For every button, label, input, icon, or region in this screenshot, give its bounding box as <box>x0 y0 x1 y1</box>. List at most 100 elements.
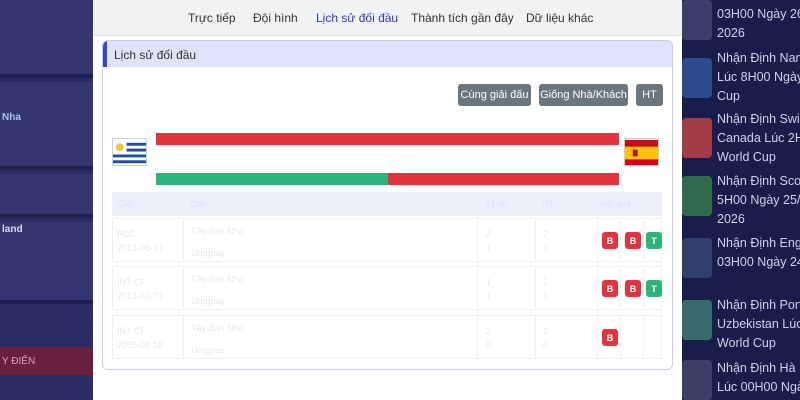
left-sidebar-item[interactable]: Nha <box>2 112 21 123</box>
row-ht-away: 1 <box>543 291 549 301</box>
news-line: Nhận Định Hà I <box>717 361 800 375</box>
news-item[interactable]: Nhận Định Port Uzbekistan Lúc World Cup <box>717 296 800 353</box>
tab-other-data[interactable]: Dữ liệu khác <box>526 11 593 25</box>
same-venue-filter-button[interactable]: Giống Nhà/Khách <box>539 84 628 106</box>
news-thumbnail[interactable] <box>682 0 712 40</box>
row-score-home: 2 <box>486 326 492 336</box>
row-ht-away: 0 <box>543 243 549 253</box>
same-league-filter-button[interactable]: Cùng giải đấu <box>458 84 531 106</box>
header-home: Chủ <box>190 199 207 209</box>
cell-divider <box>620 267 621 309</box>
news-item[interactable]: Nhận Định Swi Canada Lúc 2H World Cup <box>717 110 800 167</box>
cell-divider <box>535 316 536 358</box>
half-time-filter-button[interactable]: HT <box>636 84 663 106</box>
news-thumbnail[interactable] <box>682 58 712 98</box>
news-line: Lúc 8H00 Ngày <box>717 70 800 84</box>
header-league: Giải <box>117 199 134 209</box>
news-line: Cup <box>717 89 740 103</box>
row-score-away: 0 <box>486 340 492 350</box>
news-item[interactable]: Nhận Định Scot 5H00 Ngày 25/ 2026 <box>717 172 800 229</box>
left-sidebar-bar[interactable]: Y ĐIỂN <box>0 347 93 375</box>
row-away-team: Uruguay <box>191 248 226 258</box>
table-row[interactable]: INT CF 2005-08-18 Tây Ban Nha Uruguay 2 … <box>112 315 662 359</box>
news-line: Nhận Định Nam <box>717 51 800 65</box>
cell-divider <box>535 219 536 261</box>
news-thumbnail[interactable] <box>682 238 712 278</box>
result-badge: T <box>646 232 662 249</box>
cell-divider <box>535 267 536 309</box>
news-line: World Cup <box>717 150 776 164</box>
news-line: Canada Lúc 2H <box>717 131 800 145</box>
tab-lineup[interactable]: Đội hình <box>253 11 298 25</box>
row-home-team: Tây Ban Nha <box>191 226 244 236</box>
result-badge: B <box>625 232 641 249</box>
left-sidebar-block <box>0 174 93 218</box>
header-ht: HT <box>542 199 554 209</box>
row-ht-home: 2 <box>543 326 549 336</box>
matches-table-header: Giải Chủ Tỷ số HT Kết quả <box>112 192 662 216</box>
result-badge: B <box>602 280 618 297</box>
result-badge: B <box>602 232 618 249</box>
cell-divider <box>477 267 478 309</box>
news-line: Nhận Định Scot <box>717 174 800 188</box>
row-date: 2013-02-07 <box>117 291 164 301</box>
row-score-home: 2 <box>486 229 492 239</box>
spain-flag-icon <box>624 138 659 166</box>
head-to-head-panel: Lịch sử đối đầu Cùng giải đấu Giống Nhà/… <box>102 40 673 370</box>
row-score-away: 1 <box>486 243 492 253</box>
news-thumbnail[interactable] <box>682 118 712 158</box>
news-thumbnail[interactable] <box>682 300 712 340</box>
panel-title: Lịch sử đối đầu <box>114 48 197 62</box>
cell-divider <box>597 219 598 261</box>
cell-divider <box>643 219 644 261</box>
news-line: Lúc 00H00 Ngày <box>717 380 800 394</box>
bar-red-segment <box>156 133 619 145</box>
result-badge: B <box>625 280 641 297</box>
result-badge: T <box>646 280 662 297</box>
row-home-team: Tây Ban Nha <box>191 323 244 333</box>
table-row[interactable]: FCC 2013-06-17 Tây Ban Nha Uruguay 2 1 2… <box>112 218 662 262</box>
left-sidebar-bar-label: Y ĐIỂN <box>2 356 36 367</box>
left-sidebar-item[interactable]: land <box>2 224 23 235</box>
news-item[interactable]: Nhận Định Hà I Lúc 00H00 Ngày <box>717 359 800 397</box>
tab-recent-form[interactable]: Thành tích gần đây <box>411 11 514 25</box>
news-line: 2026 <box>717 212 745 226</box>
cell-divider <box>620 219 621 261</box>
header-score: Tỷ số <box>485 199 508 209</box>
row-date: 2013-06-17 <box>117 243 164 253</box>
cell-divider <box>477 219 478 261</box>
news-item[interactable]: 03H00 Ngày 26 2026 <box>717 5 800 43</box>
cell-divider <box>643 267 644 309</box>
panel-header: Lịch sử đối đầu <box>103 41 672 67</box>
row-date: 2005-08-18 <box>117 340 164 350</box>
tab-bar: Trực tiếp Đội hình Lịch sử đối đầu Thành… <box>93 0 682 36</box>
head-to-head-bar-venue <box>156 173 619 185</box>
head-to-head-bar-overall <box>156 133 619 145</box>
row-league: INT CF <box>117 277 146 287</box>
news-line: Nhận Định Swi <box>717 112 800 126</box>
result-badge: B <box>602 329 618 346</box>
row-ht-away: 0 <box>543 340 549 350</box>
match-modal: Trực tiếp Đội hình Lịch sử đối đầu Thành… <box>93 0 682 400</box>
cell-divider <box>620 316 621 358</box>
bar-green-segment <box>156 173 388 185</box>
news-line: Nhận Định Eng <box>717 236 800 250</box>
tab-head-to-head[interactable]: Lịch sử đối đầu <box>316 11 398 25</box>
row-away-team: Uruguay <box>191 345 226 355</box>
news-line: 03H00 Ngày 26 <box>717 7 800 21</box>
news-thumbnail[interactable] <box>682 176 712 216</box>
row-league: INT CF <box>117 326 146 336</box>
tab-live[interactable]: Trực tiếp <box>188 11 236 25</box>
table-row[interactable]: INT CF 2013-02-07 Tây Ban Nha Uruguay 1 … <box>112 266 662 310</box>
row-score-home: 1 <box>486 277 492 287</box>
news-line: Uzbekistan Lúc <box>717 317 800 331</box>
bar-red-segment <box>388 173 619 185</box>
news-item[interactable]: Nhận Định Eng 03H00 Ngày 24 <box>717 234 800 272</box>
news-item[interactable]: Nhận Định Nam Lúc 8H00 Ngày Cup <box>717 49 800 106</box>
news-line: 5H00 Ngày 25/ <box>717 193 800 207</box>
news-thumbnail[interactable] <box>682 360 712 400</box>
row-league: FCC <box>117 229 136 239</box>
cell-divider <box>183 219 184 261</box>
uruguay-flag-icon <box>112 138 147 166</box>
row-ht-home: 2 <box>543 229 549 239</box>
